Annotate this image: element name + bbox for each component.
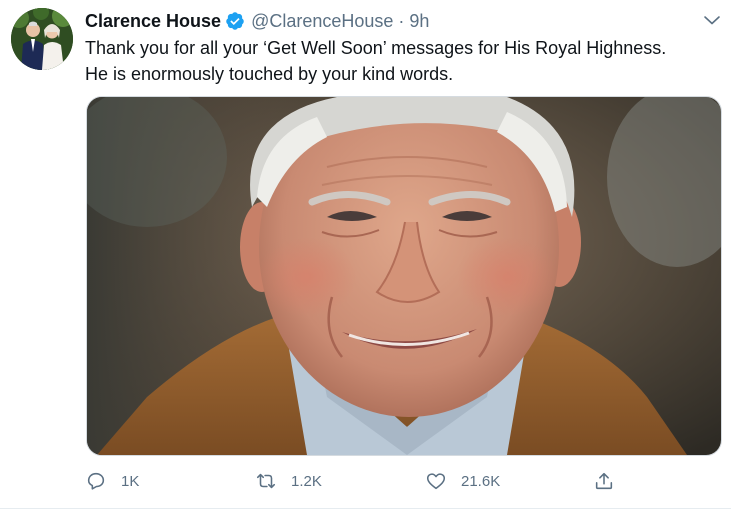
tweet-text-line: He is enormously touched by your kind wo… [85,64,454,84]
tweet-timestamp[interactable]: 9h [409,11,429,32]
tweet[interactable]: Clarence House @ClarenceHouse · 9h Thank… [0,0,731,515]
heart-icon [426,473,446,490]
reply-button[interactable]: 1K [85,462,139,500]
separator-dot: · [398,10,405,31]
avatar[interactable] [11,8,73,70]
chevron-down-icon [704,16,720,25]
avatar-image [11,8,73,70]
retweet-count: 1.2K [291,472,322,490]
tweet-header: Clarence House @ClarenceHouse · 9h [85,8,429,34]
like-button[interactable]: 21.6K [425,462,500,500]
tweet-photo[interactable] [86,96,722,456]
tweet-text: Thank you for all your ‘Get Well Soon’ m… [85,35,725,87]
reply-icon [87,472,105,490]
display-name[interactable]: Clarence House [85,11,221,32]
divider [0,508,731,509]
share-icon [595,472,613,490]
share-button[interactable] [593,462,615,500]
reply-count: 1K [121,472,140,490]
verified-badge-icon [225,11,245,31]
portrait-photo [87,97,721,455]
user-handle[interactable]: @ClarenceHouse [251,11,393,32]
like-count: 21.6K [461,472,501,490]
tweet-actions: 1K 1.2K 21.6K [0,462,731,500]
tweet-text-line: Thank you for all your ‘Get Well Soon’ m… [85,38,667,58]
retweet-icon [256,473,276,489]
retweet-button[interactable]: 1.2K [255,462,322,500]
more-options-button[interactable] [700,8,724,32]
